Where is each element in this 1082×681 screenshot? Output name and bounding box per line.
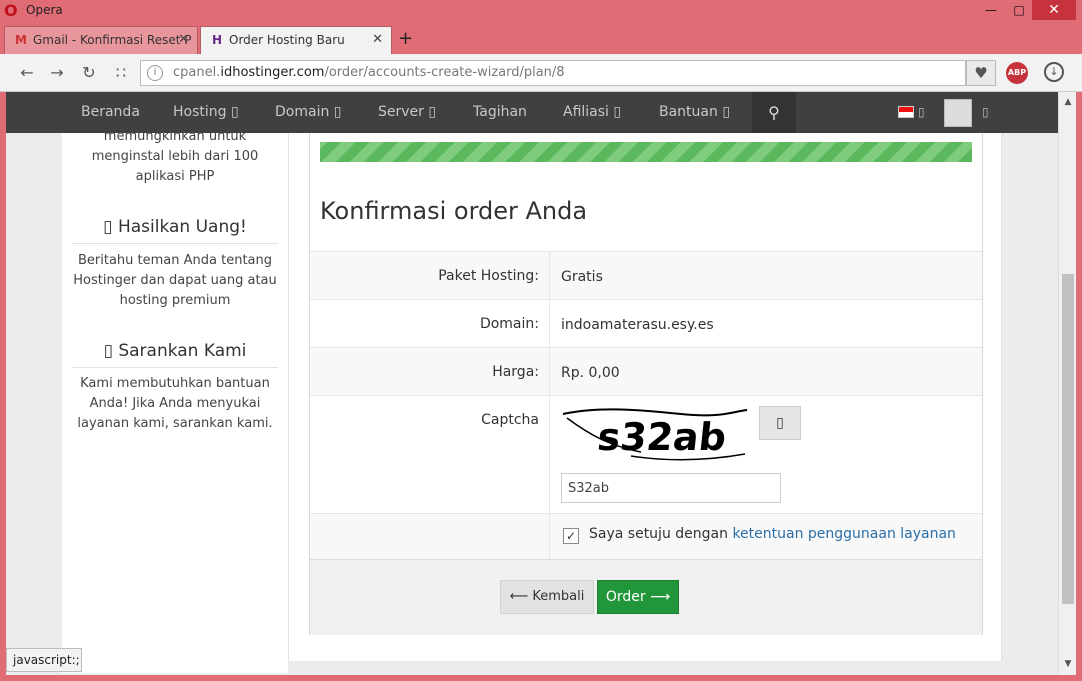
close-window-button[interactable]: ✕ — [1032, 0, 1076, 20]
order-progress-bar — [320, 142, 972, 162]
money-icon: ▯ — [103, 217, 113, 237]
terms-label-cell — [310, 514, 550, 559]
tab-label: Gmail - Konfirmasi Reset P — [33, 33, 192, 47]
window-title: Opera — [26, 3, 63, 17]
maximize-button[interactable]: □ — [1004, 0, 1034, 22]
back-arrow-icon[interactable]: ← — [16, 62, 38, 84]
close-tab-icon[interactable]: ✕ — [178, 27, 189, 53]
nav-item-afiliasi[interactable]: Afiliasi ▯ — [563, 92, 621, 133]
page-title: Konfirmasi order Anda — [320, 197, 588, 225]
user-avatar[interactable] — [944, 99, 972, 127]
address-bar[interactable]: i cpanel.idhostinger.com/order/accounts-… — [140, 60, 966, 86]
search-icon[interactable]: ⚲ — [752, 92, 796, 133]
captcha-text: s32ab — [595, 415, 728, 459]
row-terms: ✓ Saya setuju dengan ketentuan penggunaa… — [310, 513, 982, 559]
paket-hosting-label: Paket Hosting: — [310, 252, 550, 299]
sidebar-suggest-text: Kami membutuhkan bantuan Anda! Jika Anda… — [77, 376, 273, 431]
scroll-down-icon[interactable]: ▼ — [1062, 658, 1074, 670]
sidebar-earn-heading: ▯ Hasilkan Uang! — [72, 217, 278, 244]
url-text[interactable]: cpanel.idhostinger.com/order/accounts-cr… — [173, 65, 565, 80]
download-icon[interactable]: ↓ — [1044, 62, 1064, 82]
sidebar-intro-text: memungkinkan untuk menginstal lebih dari… — [91, 129, 259, 184]
row-paket-hosting: Paket Hosting: Gratis — [310, 251, 982, 299]
order-confirmation-card: Konfirmasi order Anda Paket Hosting: Gra… — [309, 133, 983, 635]
domain-value: indoamaterasu.esy.es — [561, 317, 714, 333]
browser-toolbar: ← → ↻ ∷ i cpanel.idhostinger.com/order/a… — [0, 54, 1082, 92]
form-actions: ⟵ Kembali Order ⟶ — [310, 559, 982, 635]
new-tab-button[interactable]: + — [398, 28, 413, 49]
minimize-button[interactable]: — — [976, 0, 1006, 22]
row-domain: Domain: indoamaterasu.esy.es — [310, 299, 982, 347]
back-button[interactable]: ⟵ Kembali — [500, 580, 594, 614]
paket-hosting-value: Gratis — [561, 269, 603, 285]
nav-item-server[interactable]: Server ▯ — [378, 92, 436, 133]
harga-label: Harga: — [310, 348, 550, 395]
bookmark-heart-icon[interactable]: ♥ — [966, 60, 996, 86]
nav-item-tagihan[interactable]: Tagihan — [473, 92, 527, 133]
hostinger-icon: H — [211, 33, 223, 47]
order-button[interactable]: Order ⟶ — [597, 580, 679, 614]
sidebar-earn-text: Beritahu teman Anda tentang Hostinger da… — [73, 253, 277, 308]
thumbs-up-icon: ▯ — [103, 341, 113, 361]
terms-checkbox[interactable]: ✓ — [563, 528, 579, 544]
language-flag-icon[interactable] — [898, 106, 914, 118]
domain-label: Domain: — [310, 300, 550, 347]
sidebar-suggest-heading: ▯ Sarankan Kami — [72, 341, 278, 368]
user-menu-caret-icon[interactable]: ▯ — [982, 92, 989, 133]
opera-logo-icon: O — [4, 1, 18, 20]
forward-arrow-icon[interactable]: → — [46, 62, 68, 84]
page-viewport: Beranda Hosting ▯ Domain ▯ Server ▯ Tagi… — [6, 92, 1058, 675]
title-bar: O Opera — □ ✕ — [0, 0, 1082, 24]
vertical-scrollbar[interactable]: ▲ ▼ — [1058, 92, 1076, 675]
refresh-icon: ▯ — [776, 415, 784, 431]
site-info-icon[interactable]: i — [147, 65, 163, 81]
tab-strip: M Gmail - Konfirmasi Reset P ✕ H Order H… — [0, 24, 1082, 54]
tab-label: Order Hosting Baru — [229, 33, 345, 47]
nav-item-domain[interactable]: Domain ▯ — [275, 92, 342, 133]
scroll-up-icon[interactable]: ▲ — [1062, 96, 1074, 108]
gmail-icon: M — [15, 33, 27, 47]
reload-icon[interactable]: ↻ — [78, 62, 100, 84]
tab-order-hosting[interactable]: H Order Hosting Baru ✕ — [200, 26, 392, 54]
speed-dial-icon[interactable]: ∷ — [110, 62, 132, 84]
close-tab-icon[interactable]: ✕ — [372, 27, 383, 53]
back-circle-icon: ⟵ — [509, 589, 529, 604]
nav-item-bantuan[interactable]: Bantuan ▯ — [659, 92, 730, 133]
harga-value: Rp. 0,00 — [561, 365, 620, 381]
refresh-captcha-button[interactable]: ▯ — [759, 406, 801, 440]
scrollbar-thumb[interactable] — [1062, 274, 1074, 604]
terms-link[interactable]: ketentuan penggunaan layanan — [732, 526, 956, 542]
forward-circle-icon: ⟶ — [650, 589, 671, 605]
status-bar: javascript:; — [6, 648, 82, 672]
main-content: Konfirmasi order Anda Paket Hosting: Gra… — [288, 133, 1002, 661]
row-captcha: Captcha s32ab ▯ — [310, 395, 982, 513]
row-harga: Harga: Rp. 0,00 — [310, 347, 982, 395]
tab-gmail[interactable]: M Gmail - Konfirmasi Reset P ✕ — [4, 26, 198, 54]
captcha-input[interactable] — [561, 473, 781, 503]
captcha-label: Captcha — [310, 396, 550, 513]
captcha-image: s32ab — [562, 408, 748, 461]
sidebar: memungkinkan untuk menginstal lebih dari… — [62, 129, 288, 673]
adblock-icon[interactable]: ABP — [1006, 62, 1028, 84]
language-caret-icon[interactable]: ▯ — [918, 92, 925, 133]
terms-text: Saya setuju dengan ketentuan penggunaan … — [589, 526, 956, 542]
